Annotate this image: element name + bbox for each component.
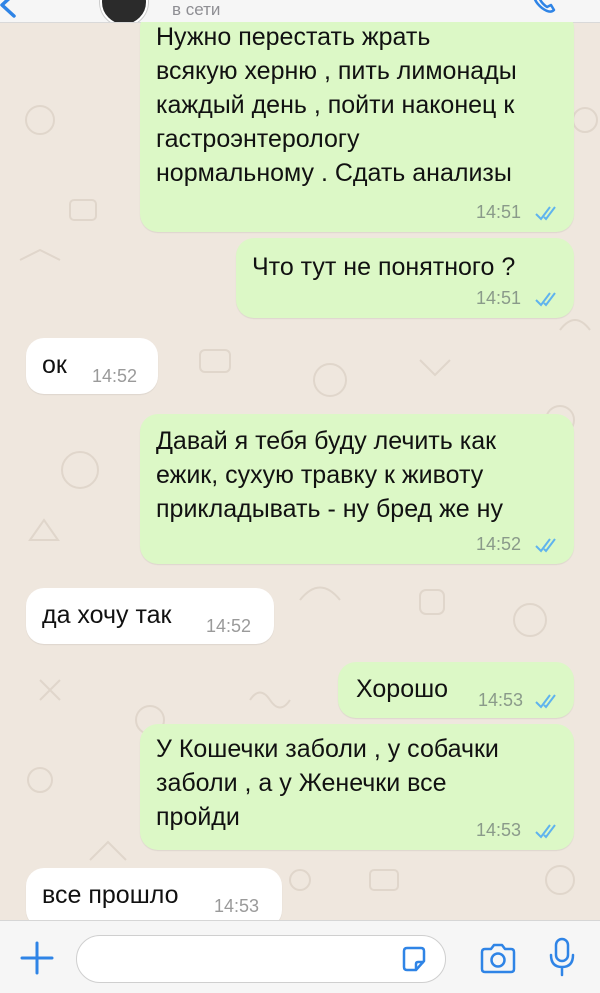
plus-icon[interactable] (18, 939, 56, 977)
phone-icon[interactable] (528, 0, 558, 16)
message-text-line: ок (42, 351, 67, 379)
message-bubble-outgoing[interactable]: У Кошечки заболи , у собачки заболи , а … (140, 724, 574, 850)
message-time: 14:53 (478, 690, 524, 710)
chat-header: в сети (0, 0, 600, 23)
message-text-line: каждый день , пойти наконец к (156, 91, 515, 119)
message-time: 14:51 (476, 202, 522, 222)
message-text-line: да хочу так (42, 601, 172, 629)
message-text-line: У Кошечки заболи , у собачки (156, 735, 499, 763)
camera-icon[interactable] (478, 943, 518, 975)
message-bubble-outgoing[interactable]: Нужно перестать жрать всякую херню , пит… (140, 22, 574, 232)
read-ticks-icon (535, 292, 556, 307)
message-time: 14:52 (476, 534, 522, 554)
message-text-line: прикладывать - ну бред же ну (156, 495, 503, 523)
message-text-line: Нужно перестать жрать (156, 23, 431, 51)
message-text-line: гастроэнтерологу (156, 125, 360, 153)
message-text-line: все прошло (42, 881, 179, 909)
microphone-icon[interactable] (548, 937, 576, 979)
message-text-line: Давай я тебя буду лечить как (156, 427, 497, 455)
message-bubble-incoming[interactable]: все прошло 14:53 (26, 868, 282, 920)
message-text-line: Хорошо (356, 675, 449, 703)
message-input[interactable] (76, 935, 446, 983)
avatar[interactable] (100, 0, 148, 22)
message-bubble-outgoing[interactable]: Что тут не понятного ? 14:51 (236, 238, 574, 318)
message-bubble-incoming[interactable]: да хочу так 14:52 (26, 588, 274, 644)
message-list[interactable]: Нужно перестать жрать всякую херню , пит… (0, 22, 600, 920)
read-ticks-icon (535, 824, 556, 839)
read-ticks-icon (535, 206, 556, 221)
read-ticks-icon (535, 538, 556, 553)
message-text-line: всякую херню , пить лимонады (156, 57, 517, 85)
message-time: 14:52 (92, 366, 138, 386)
message-time: 14:53 (476, 820, 522, 840)
message-bubble-outgoing[interactable]: Хорошо 14:53 (338, 662, 574, 718)
contact-status: в сети (172, 0, 221, 19)
message-text-line: нормальному . Сдать анализы (156, 159, 512, 187)
message-text-line: пройди (156, 803, 240, 831)
sticker-icon[interactable] (400, 945, 428, 973)
read-ticks-icon (535, 694, 556, 709)
chevron-left-icon[interactable] (0, 0, 24, 20)
message-text-line: ежик, сухую травку к животу (156, 461, 484, 489)
message-time: 14:51 (476, 288, 522, 308)
message-text-line: заболи , а у Женечки все (156, 769, 447, 797)
message-bubble-incoming[interactable]: ок 14:52 (26, 338, 158, 394)
message-input-bar (0, 920, 600, 993)
message-time: 14:52 (206, 616, 252, 636)
message-bubble-outgoing[interactable]: Давай я тебя буду лечить как ежик, сухую… (140, 414, 574, 564)
message-time: 14:53 (214, 896, 260, 916)
message-text-line: Что тут не понятного ? (252, 253, 516, 281)
